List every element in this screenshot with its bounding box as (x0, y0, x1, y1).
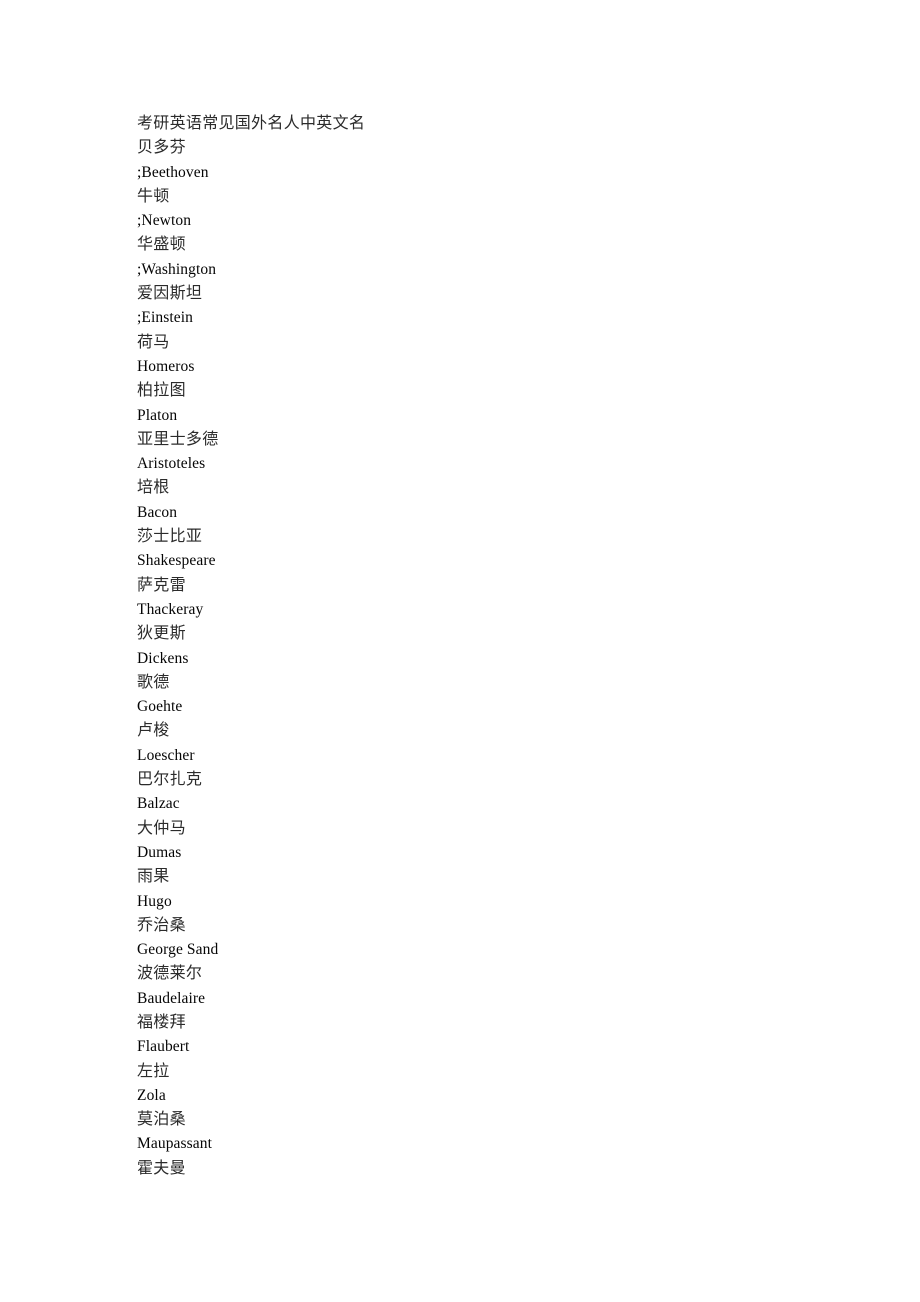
document-line: Zola (137, 1086, 166, 1104)
document-line: 爱因斯坦 (137, 285, 203, 303)
document-line: Hugo (137, 892, 172, 910)
document-line: ;Washington (137, 260, 217, 278)
document-line: Baudelaire (137, 989, 206, 1007)
document-line: ;Einstein (137, 309, 194, 327)
document-line: 莎士比亚 (137, 528, 203, 546)
document-line: 左拉 (137, 1062, 170, 1080)
document-line: 福楼拜 (137, 1013, 186, 1031)
document-line: 霍夫曼 (137, 1159, 186, 1177)
document-title: 考研英语常见国外名人中英文名 (137, 115, 366, 132)
document-line: 荷马 (137, 333, 170, 351)
document-line: Loescher (137, 746, 195, 764)
document-line: 柏拉图 (137, 382, 186, 400)
document-line: 乔治桑 (137, 916, 186, 934)
document-line: ;Newton (137, 212, 192, 230)
document-line: Shakespeare (137, 552, 216, 570)
document-line: Maupassant (137, 1135, 213, 1153)
document-line: 华盛顿 (137, 236, 186, 254)
document-line: 巴尔扎克 (137, 771, 203, 789)
document-line: Balzac (137, 795, 180, 813)
document-line: 卢梭 (137, 722, 170, 740)
document-line: 歌德 (137, 673, 170, 691)
document-line: 波德莱尔 (137, 965, 203, 983)
document-line: 牛顿 (137, 187, 170, 205)
document-line: Homeros (137, 357, 195, 375)
document-line: 培根 (137, 479, 170, 497)
document-line: Dumas (137, 843, 182, 861)
document-line: Dickens (137, 649, 189, 667)
document-page: 考研英语常见国外名人中英文名 贝多芬 ;Beethoven 牛顿 ;Newton 华盛顿;… (0, 0, 920, 1302)
document-line: Aristoteles (137, 455, 206, 473)
document-line: 萨克雷 (137, 576, 186, 594)
document-line: 莫泊桑 (137, 1111, 186, 1129)
document-line: 亚里士多德 (137, 430, 219, 448)
document-line: Flaubert (137, 1038, 190, 1056)
document-line: George Sand (137, 941, 219, 959)
document-line: 雨果 (137, 868, 170, 886)
document-line: Thackeray (137, 600, 204, 618)
document-text-block: 考研英语常见国外名人中英文名 贝多芬 ;Beethoven 牛顿 ;Newton 华盛顿;… (137, 112, 837, 1181)
document-line: 贝多芬 (137, 139, 186, 157)
document-line: 狄更斯 (137, 625, 186, 643)
document-line: ;Beethoven (137, 163, 209, 181)
document-line: 大仲马 (137, 819, 186, 837)
document-line: Goehte (137, 698, 183, 716)
document-line: Bacon (137, 503, 178, 521)
document-line: Platon (137, 406, 178, 424)
